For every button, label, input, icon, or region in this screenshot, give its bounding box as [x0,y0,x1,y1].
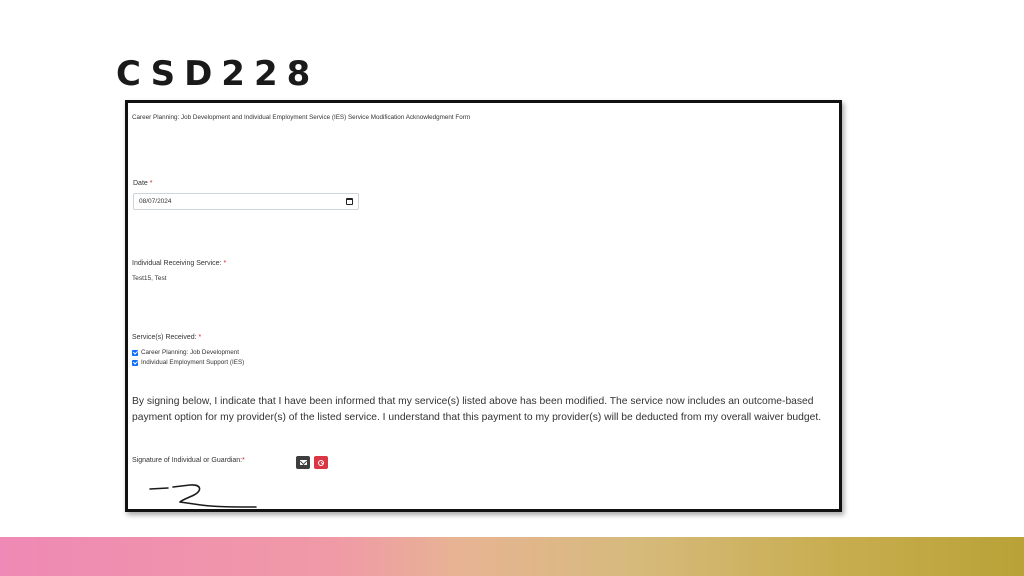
service-option-label: Career Planning: Job Development [141,349,240,356]
signature-label-text: Signature of Individual or Guardian: [132,457,243,464]
required-marker: * [198,334,202,341]
clear-signature-button[interactable] [314,456,328,469]
individual-label-text: Individual Receiving Service: [132,260,222,267]
signature-label: Signature of Individual or Guardian:* [132,457,245,464]
decorative-gradient-band [0,537,1024,576]
individual-value: Test15, Test [132,275,167,282]
checkbox-checked[interactable] [132,359,138,366]
services-label-text: Service(s) Received: [132,334,197,341]
service-option-career-planning[interactable]: Career Planning: Job Development [132,349,239,356]
individual-label: Individual Receiving Service: * [132,260,226,267]
checkbox-checked[interactable] [132,349,138,356]
services-label: Service(s) Received: * [132,334,201,341]
service-option-label: Individual Employment Support (IES) [141,359,245,366]
required-marker: * [242,457,245,464]
calendar-icon[interactable] [346,198,353,205]
required-marker: * [223,260,227,267]
envelope-icon [299,460,307,465]
date-label: Date * [133,180,152,187]
form-header: Career Planning: Job Development and Ind… [132,114,471,121]
required-marker: * [149,180,153,187]
slide-title: CSD228 [116,54,320,94]
date-input[interactable]: 08/07/2024 [133,193,359,210]
form-screenshot-frame: Career Planning: Job Development and Ind… [125,100,842,512]
date-label-text: Date [133,180,148,187]
email-signature-button[interactable] [296,456,310,469]
acknowledgment-text: By signing below, I indicate that I have… [132,396,822,423]
service-option-ies[interactable]: Individual Employment Support (IES) [132,359,244,366]
ban-icon [318,459,324,466]
date-value: 08/07/2024 [139,198,172,205]
signature-drawing[interactable] [146,483,266,512]
